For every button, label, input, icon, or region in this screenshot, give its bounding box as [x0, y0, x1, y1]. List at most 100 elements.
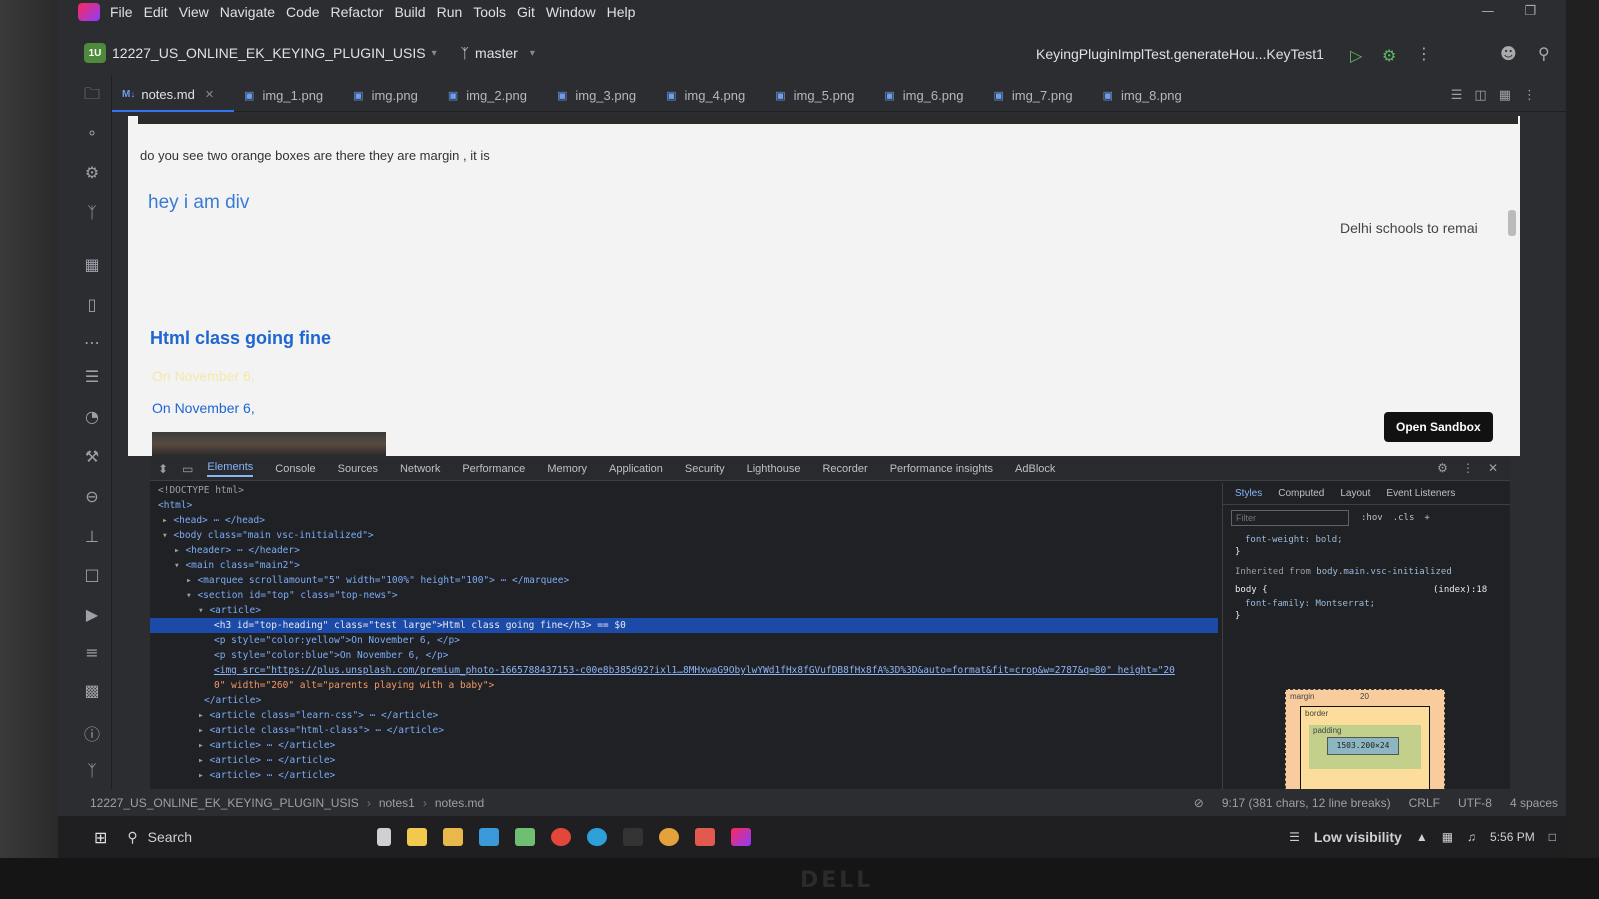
css-declaration[interactable]: font-family: Montserrat; — [1235, 599, 1375, 609]
debug-icon[interactable]: ⚙ — [1382, 46, 1396, 65]
inspection-icon[interactable]: ⊘ — [1194, 796, 1204, 810]
dom-node-selected[interactable]: <h3 id="top-heading" class="test large">… — [150, 618, 1218, 633]
run-configuration-selector[interactable]: KeyingPluginImplTest.generateHou...KeyTe… — [1036, 46, 1324, 62]
menu-tools[interactable]: Tools — [473, 4, 506, 20]
dom-img-src[interactable]: <img src="https://plus.unsplash.com/prem… — [214, 665, 1175, 676]
dom-node[interactable]: <!DOCTYPE html> — [150, 483, 1218, 498]
add-rule-button[interactable]: + — [1424, 513, 1429, 523]
plugins-icon[interactable]: ⚙ — [82, 163, 102, 182]
chrome-canary-icon[interactable] — [659, 828, 680, 846]
devtools-tab-network[interactable]: Network — [400, 463, 440, 475]
tab-img-3[interactable]: ▣ img_3.png — [547, 80, 656, 112]
dom-node[interactable]: ▸ <head> ⋯ </head> — [150, 513, 1218, 528]
folder-icon[interactable]: 🗀 — [82, 83, 102, 110]
preview-scrollbar-thumb[interactable] — [1508, 210, 1516, 236]
devtools-tab-application[interactable]: Application — [609, 463, 663, 475]
dom-node[interactable]: ▸ <article> ⋯ </article> — [150, 738, 1218, 753]
styles-tab-styles[interactable]: Styles — [1235, 488, 1262, 499]
tab-img[interactable]: ▣ img.png — [343, 80, 438, 112]
menu-git[interactable]: Git — [517, 4, 535, 20]
menu-code[interactable]: Code — [286, 4, 319, 20]
inspect-element-icon[interactable]: ⬍ — [158, 462, 168, 476]
mail-icon[interactable] — [479, 828, 500, 846]
dom-node[interactable]: ▸ <marquee scrollamount="5" width="100%"… — [150, 573, 1218, 588]
dom-node[interactable]: ▾ <article> — [150, 603, 1218, 618]
styles-filter-input[interactable] — [1231, 510, 1349, 526]
sticky-notes-icon[interactable] — [407, 828, 428, 846]
devtools-tab-console[interactable]: Console — [275, 463, 315, 475]
dom-node[interactable]: ▸ <article> ⋯ </article> — [150, 768, 1218, 783]
project-selector[interactable]: 12227_US_ONLINE_EK_KEYING_PLUGIN_USIS — [112, 45, 426, 61]
tab-img-5[interactable]: ▣ img_5.png — [765, 80, 874, 112]
menu-build[interactable]: Build — [394, 4, 425, 20]
task-view-icon[interactable] — [377, 828, 392, 846]
build-icon[interactable]: ⚒ — [82, 447, 102, 466]
tab-img-8[interactable]: ▣ img_8.png — [1093, 80, 1202, 112]
dom-node[interactable]: ▸ <header> ⋯ </header> — [150, 543, 1218, 558]
run-icon[interactable]: ▷ — [1350, 46, 1362, 65]
css-declaration[interactable]: font-weight: bold; — [1235, 535, 1343, 545]
menu-refactor[interactable]: Refactor — [331, 4, 384, 20]
rule-source-link[interactable]: (index):18 — [1433, 585, 1487, 595]
devtools-tab-performance-insights[interactable]: Performance insights — [890, 463, 993, 475]
editor-only-icon[interactable]: ☰ — [1451, 88, 1463, 103]
more-icon[interactable]: ⋮ — [1523, 88, 1536, 103]
notifications-icon[interactable]: □ — [1549, 830, 1556, 844]
devtools-tab-memory[interactable]: Memory — [547, 463, 587, 475]
menu-navigate[interactable]: Navigate — [220, 4, 275, 20]
tab-img-7[interactable]: ▣ img_7.png — [983, 80, 1092, 112]
tab-img-1[interactable]: ▣ img_1.png — [234, 80, 343, 112]
more-tools-icon[interactable]: ⋯ — [82, 333, 102, 352]
file-icon[interactable]: □ — [82, 565, 102, 584]
search-icon[interactable]: ⚲ — [1538, 44, 1550, 63]
tab-img-6[interactable]: ▣ img_6.png — [874, 80, 983, 112]
dom-node[interactable]: ▸ <article class="html-class"> ⋯ </artic… — [150, 723, 1218, 738]
dom-node[interactable]: <p style="color:yellow">On November 6, <… — [150, 633, 1218, 648]
file-explorer-icon[interactable] — [443, 828, 464, 846]
menu-edit[interactable]: Edit — [144, 4, 168, 20]
open-sandbox-button[interactable]: Open Sandbox — [1384, 412, 1493, 442]
tab-img-4[interactable]: ▣ img_4.png — [656, 80, 765, 112]
commit-icon[interactable]: ∘ — [82, 123, 102, 142]
status-file[interactable]: notes.md — [435, 796, 484, 810]
minimize-icon[interactable]: — — [1481, 4, 1494, 19]
services-icon[interactable]: ▶ — [82, 605, 102, 624]
indent-setting[interactable]: 4 spaces — [1510, 796, 1558, 810]
devtools-tab-security[interactable]: Security — [685, 463, 725, 475]
dom-node[interactable]: ▾ <body class="main vsc-initialized"> — [150, 528, 1218, 543]
chrome-icon[interactable] — [551, 828, 572, 846]
caret-position[interactable]: 9:17 (381 chars, 12 line breaks) — [1222, 796, 1391, 810]
hover-state-toggle[interactable]: :hov — [1361, 513, 1383, 523]
layers-icon[interactable]: ≡ — [82, 643, 102, 662]
dom-node[interactable]: </article> — [150, 693, 1218, 708]
profiler-icon[interactable]: ◔ — [82, 407, 102, 426]
devtools-tab-lighthouse[interactable]: Lighthouse — [747, 463, 801, 475]
volume-icon[interactable]: ♫ — [1467, 830, 1476, 844]
dom-node[interactable]: <img src="https://plus.unsplash.com/prem… — [150, 663, 1218, 678]
code-with-me-icon[interactable]: ☻ — [1500, 44, 1517, 63]
notepad-icon[interactable] — [515, 828, 536, 846]
more-actions-icon[interactable]: ⋮ — [1416, 44, 1432, 63]
restore-icon[interactable]: ❐ — [1524, 4, 1536, 19]
network-icon[interactable]: ▦ — [1442, 830, 1453, 844]
dom-node[interactable]: ▸ <article class="learn-css"> ⋯ </articl… — [150, 708, 1218, 723]
todo-icon[interactable]: ☰ — [82, 367, 102, 386]
dom-node[interactable]: ▾ <section id="top" class="top-news"> — [150, 588, 1218, 603]
settings-gear-icon[interactable]: ⚙ — [1437, 461, 1448, 475]
devtools-tab-recorder[interactable]: Recorder — [822, 463, 867, 475]
dom-node[interactable]: ▾ <main class="main2"> — [150, 558, 1218, 573]
notifications-icon[interactable]: ⓘ — [82, 721, 102, 745]
close-icon[interactable]: ✕ — [205, 88, 214, 101]
tray-apps-icon[interactable]: ▲ — [1416, 830, 1428, 844]
dom-node[interactable]: <html> — [150, 498, 1218, 513]
styles-tab-event-listeners[interactable]: Event Listeners — [1386, 488, 1455, 499]
tab-notes-md[interactable]: M↓ notes.md ✕ — [112, 80, 235, 112]
menu-window[interactable]: Window — [546, 4, 596, 20]
postman-icon[interactable] — [695, 828, 716, 846]
windows-start-icon[interactable]: ⊞ — [94, 828, 107, 847]
taskbar-search[interactable]: ⚲ Search — [127, 829, 347, 846]
more-options-icon[interactable]: ⋮ — [1462, 461, 1474, 475]
close-icon[interactable]: ✕ — [1488, 461, 1498, 475]
class-toggle[interactable]: .cls — [1393, 513, 1415, 523]
clock-time[interactable]: 5:56 PM — [1490, 830, 1535, 844]
